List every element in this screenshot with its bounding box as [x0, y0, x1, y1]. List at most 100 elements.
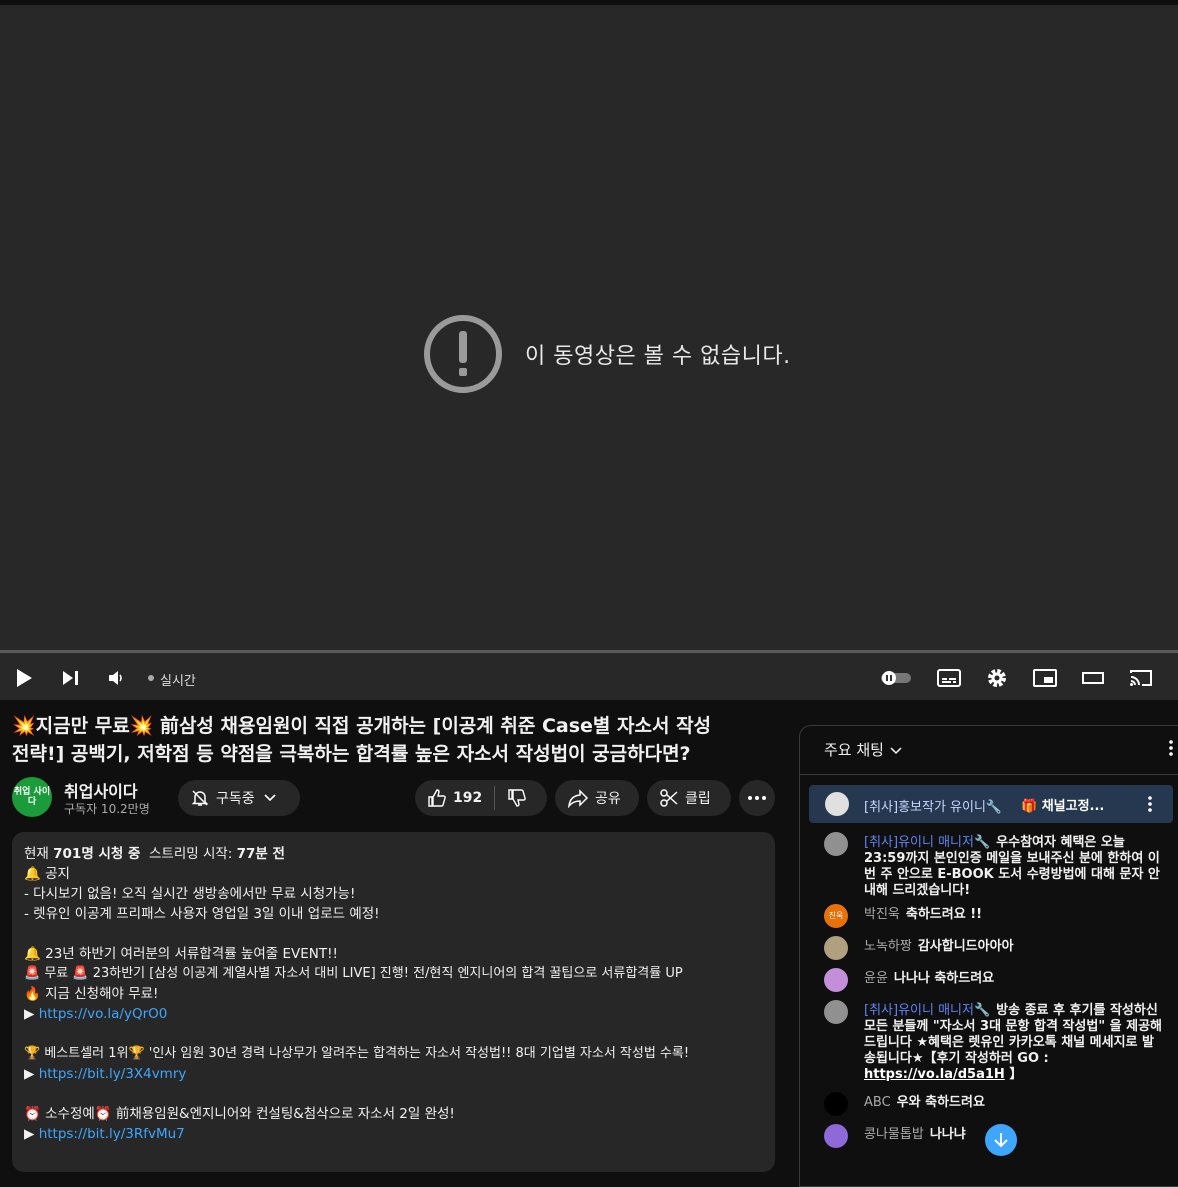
video-title: 💥지금만 무료💥 前삼성 채용임원이 직접 공개하는 [이공계 취준 Case별… — [12, 712, 782, 768]
description-line: 🚨 무료 🚨 23하반기 [삼성 이공계 계열사별 자소서 대비 LIVE] 진… — [24, 966, 683, 981]
description-line: 🏆 베스트셀러 1위🏆 '인사 임원 30년 경력 나상무가 알려주는 합격하는… — [24, 1046, 690, 1061]
description-blank — [24, 1024, 763, 1044]
chat-author: 윤윤 — [864, 971, 888, 986]
share-button[interactable]: 공유 — [555, 780, 639, 816]
theater-mode-button[interactable] — [1080, 665, 1106, 691]
live-label[interactable]: 실시간 — [160, 670, 196, 689]
autoplay-toggle-icon — [881, 671, 911, 685]
description-stats: 현재 701명 시청 중 스트리밍 시작: 77분 전 — [24, 844, 763, 864]
next-button[interactable] — [58, 665, 82, 691]
description-line — [24, 924, 763, 944]
chat-author: ABC — [864, 1095, 891, 1110]
chat-text: 감사합니드아아아 — [917, 939, 1014, 954]
description-link-line: ▶ https://bit.ly/3RfvMu7 — [24, 1126, 185, 1142]
chat-avatar — [824, 832, 848, 856]
stats-prefix: 현재 — [24, 846, 54, 862]
chat-text-tail: 】 — [1004, 1067, 1023, 1082]
description-link-3[interactable]: https://bit.ly/3RfvMu7 — [39, 1126, 185, 1142]
description-line: - 렛유인 이공계 프리패스 사용자 영업일 3일 이내 업로드 예정! — [24, 906, 380, 922]
pinned-text: 🎁 채널고정... — [1021, 799, 1105, 814]
more-vertical-icon[interactable] — [1147, 794, 1153, 814]
channel-avatar[interactable]: 취업 사이다 — [12, 777, 52, 817]
mute-button[interactable] — [104, 665, 128, 691]
like-button[interactable]: 192 — [415, 780, 494, 816]
play-button[interactable] — [12, 665, 36, 691]
next-icon — [63, 671, 78, 685]
live-indicator — [148, 675, 154, 681]
progress-bar[interactable] — [0, 650, 1178, 653]
description-line: 🔔 공지 — [24, 866, 70, 882]
chat-avatar: 진욱 — [824, 904, 848, 928]
alert-icon — [424, 315, 502, 393]
chat-avatar — [824, 1092, 848, 1116]
chat-mode-dropdown[interactable]: 주요 채팅 — [824, 739, 904, 760]
unavailable-message: 이 동영상은 볼 수 없습니다. — [525, 344, 791, 369]
chat-text: 우와 축하드려요 — [896, 1095, 985, 1110]
chat-avatar — [824, 1000, 848, 1024]
chevron-down-icon — [264, 794, 276, 802]
live-chat-panel: 주요 채팅 [취사]홍보작가 유이니🔧 🎁 채널고정... [취사]유이니 매니… — [799, 725, 1178, 1187]
subscribed-button[interactable]: 구독중 — [178, 780, 300, 816]
chat-text: 나나나 축하드려요 — [893, 971, 995, 986]
unavailable-notice: 이 동영상은 볼 수 없습니다. — [423, 314, 791, 394]
chat-more-button[interactable] — [1168, 738, 1174, 762]
chat-text: 축하드려요 !! — [905, 907, 983, 922]
chat-author: 박진욱 — [864, 907, 900, 922]
chat-mode-label: 주요 채팅 — [824, 741, 884, 759]
description-link-line: ▶ https://bit.ly/3X4vmry — [24, 1066, 187, 1082]
like-count: 192 — [453, 790, 483, 806]
arrow-down-icon — [994, 1133, 1008, 1148]
player-controls: 실시간 — [0, 655, 1178, 700]
scissors-icon — [660, 789, 678, 807]
chat-author: [취사]유이니 매니저🔧 — [864, 1003, 991, 1018]
settings-icon — [988, 669, 1006, 687]
chat-header: 주요 채팅 — [800, 726, 1178, 775]
miniplayer-button[interactable] — [1032, 665, 1058, 691]
description-link-line: ▶ https://vo.la/yQrO0 — [24, 1006, 168, 1022]
subscribed-label: 구독중 — [216, 791, 255, 807]
description-box[interactable]: 현재 701명 시청 중 스트리밍 시작: 77분 전 🔔 공지 - 다시보기 … — [12, 832, 775, 1172]
description-line: 🔥 지금 신청해야 무료! — [24, 986, 159, 1002]
more-actions-button[interactable] — [739, 780, 775, 816]
autoplay-toggle[interactable] — [878, 665, 914, 691]
like-dislike-group: 192 — [415, 780, 547, 816]
pinned-message[interactable]: [취사]홍보작가 유이니🔧 🎁 채널고정... — [809, 785, 1173, 823]
clip-button[interactable]: 클립 — [647, 780, 731, 816]
chat-avatar — [824, 1124, 848, 1148]
subscriber-count: 구독자 10.2만명 — [64, 802, 150, 816]
clip-label: 클립 — [685, 791, 711, 807]
description-line: ⏰ 소수정예⏰ 前채용임원&엔지니어와 컨설팅&첨삭으로 자소서 2일 완성! — [24, 1106, 455, 1122]
thumbs-up-icon — [428, 789, 446, 807]
channel-name[interactable]: 취업사이다 — [64, 778, 138, 802]
chat-avatar — [824, 936, 848, 960]
chat-avatar — [824, 968, 848, 992]
cast-icon — [1130, 670, 1152, 686]
description-link-1[interactable]: https://vo.la/yQrO0 — [39, 1006, 168, 1022]
subtitles-button[interactable] — [936, 665, 962, 691]
cast-button[interactable] — [1128, 665, 1154, 691]
more-vertical-icon — [1169, 740, 1173, 756]
stats-middle: 스트리밍 시작: — [140, 846, 237, 862]
chat-link[interactable]: https://vo.la/d5a1H — [864, 1067, 1005, 1082]
dislike-button[interactable] — [495, 780, 539, 816]
chevron-down-icon — [890, 746, 902, 754]
thumbs-down-icon — [508, 789, 527, 807]
video-title-line2: 전략!] 공백기, 저학점 등 약점을 극복하는 합격률 높은 자소서 작성법이… — [12, 743, 691, 765]
description-blank — [24, 1084, 763, 1104]
settings-button[interactable] — [984, 665, 1010, 691]
description-link-2[interactable]: https://bit.ly/3X4vmry — [39, 1066, 187, 1082]
play-icon — [17, 669, 32, 687]
chat-author: 노녹하짱 — [864, 939, 912, 954]
chat-text: 나나냐 — [929, 1127, 966, 1142]
miniplayer-icon — [1033, 669, 1057, 687]
volume-icon — [109, 671, 122, 685]
video-title-line1: 💥지금만 무료💥 前삼성 채용임원이 직접 공개하는 [이공계 취준 Case별… — [12, 715, 712, 737]
stream-start: 77분 전 — [236, 846, 285, 862]
scroll-to-bottom-button[interactable] — [985, 1124, 1017, 1156]
chat-author: [취사]유이니 매니저🔧 — [864, 835, 991, 850]
video-player[interactable]: 이 동영상은 볼 수 없습니다. 실시간 — [0, 5, 1178, 700]
share-icon — [568, 789, 589, 808]
bell-off-icon — [191, 790, 209, 806]
pinned-author: [취사]홍보작가 유이니🔧 — [864, 800, 1003, 815]
more-horizontal-icon — [748, 796, 766, 800]
